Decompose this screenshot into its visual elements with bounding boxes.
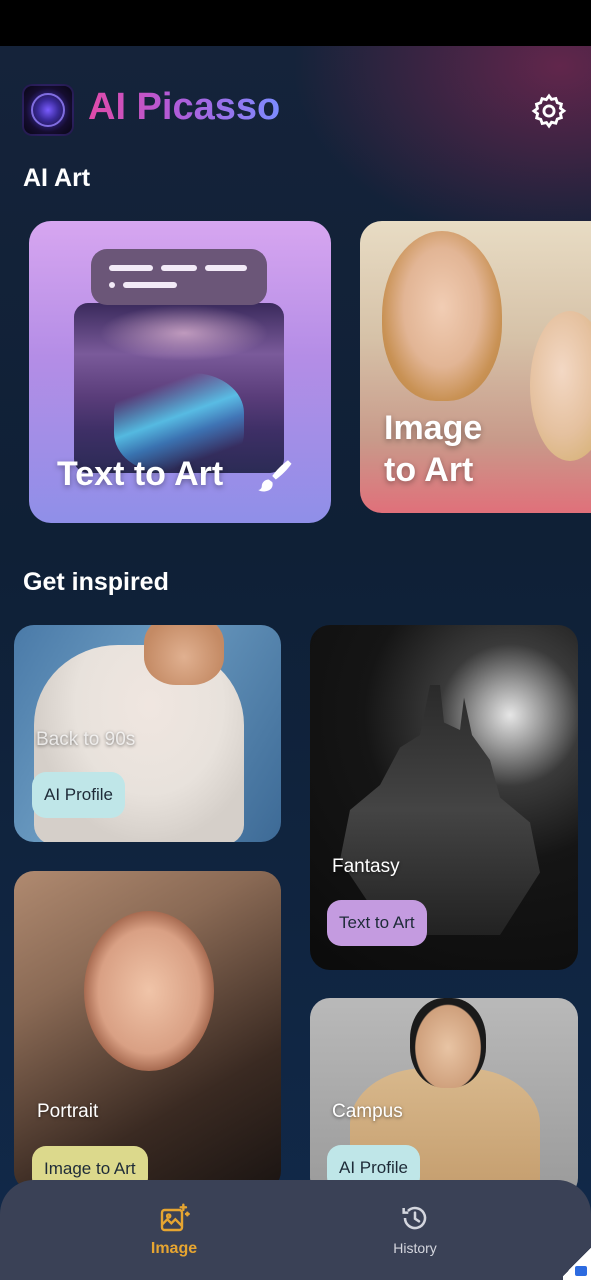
tag-chip: AI Profile — [32, 772, 125, 818]
image-sparkle-icon — [160, 1203, 190, 1232]
inspire-card-portrait[interactable]: Portrait Image to Art — [14, 871, 281, 1191]
man-head-image — [144, 625, 224, 685]
nav-tab-image[interactable]: Image — [74, 1180, 274, 1280]
inspire-name: Portrait — [37, 1101, 99, 1122]
woman-portrait-image-2 — [530, 311, 591, 461]
app-title: AI Picasso — [88, 86, 281, 128]
inspire-name: Fantasy — [332, 856, 400, 877]
status-bar — [0, 0, 591, 46]
inspire-card-fantasy[interactable]: Fantasy Text to Art — [310, 625, 578, 970]
paintbrush-icon — [258, 460, 292, 492]
image-to-art-card[interactable]: Image to Art — [360, 221, 591, 513]
image-to-art-label-line2: to Art — [384, 451, 474, 489]
woman-portrait-image — [382, 231, 502, 401]
app-logo — [22, 84, 74, 136]
gear-icon[interactable] — [530, 92, 568, 130]
section-title-ai-art: AI Art — [23, 164, 91, 192]
section-title-get-inspired: Get inspired — [23, 568, 169, 596]
man-head-image — [410, 998, 486, 1088]
castle-image — [340, 685, 540, 935]
prompt-bubble-icon — [91, 249, 267, 305]
text-to-art-label: Text to Art — [57, 455, 224, 493]
tag-chip: Text to Art — [327, 900, 427, 946]
landscape-artwork — [74, 303, 284, 473]
text-to-art-card[interactable]: Text to Art — [29, 221, 331, 523]
inspire-card-campus[interactable]: Campus AI Profile — [310, 998, 578, 1198]
nav-label: Image — [150, 1240, 198, 1257]
nav-tab-history[interactable]: History — [315, 1180, 515, 1280]
folder-badge-icon — [563, 1244, 591, 1280]
history-icon — [402, 1206, 427, 1230]
app-header: AI Picasso — [22, 84, 572, 138]
inspire-name: Back to 90s — [36, 729, 136, 750]
inspire-name: Campus — [332, 1101, 403, 1122]
woman-portrait-image — [84, 911, 214, 1071]
bottom-navigation: Image History — [0, 1180, 591, 1280]
image-to-art-label-line1: Image — [384, 409, 483, 447]
inspire-card-back-to-90s[interactable]: Back to 90s AI Profile — [14, 625, 281, 842]
image-to-art-label: Image to Art — [384, 407, 482, 491]
nav-label: History — [393, 1240, 437, 1256]
